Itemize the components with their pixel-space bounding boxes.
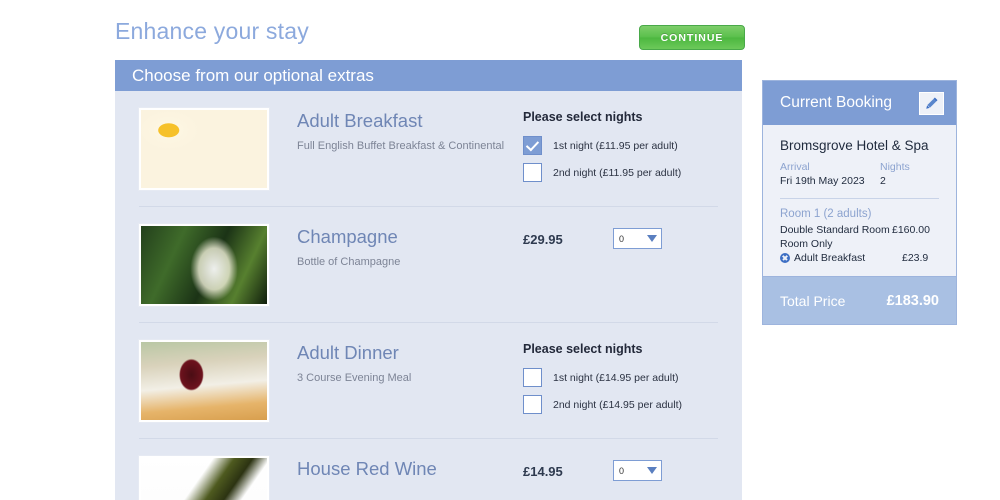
chevron-down-icon [647,235,657,242]
champagne-photo [138,223,270,307]
panel-heading: Choose from our optional extras [115,60,742,91]
booking-extra-label: Adult Breakfast [794,252,866,264]
checkbox-2nd-night[interactable] [523,395,542,414]
breakfast-photo [138,107,270,191]
room-title: Room 1 (2 adults) [780,208,872,220]
dinner-photo [138,339,270,423]
nights-value: 2 [880,175,886,187]
nights-selector: Please select nights 1st night (£11.95 p… [523,108,718,190]
arrival-label: Arrival [780,161,810,173]
night-option-label: 1st night (£11.95 per adult) [553,139,678,152]
extra-description: 3 Course Evening Meal [297,372,412,385]
total-price-bar: Total Price £183.90 [763,276,956,324]
extra-name: Champagne [297,226,398,247]
nights-prompt: Please select nights [523,110,643,124]
arrival-value: Fri 19th May 2023 [780,175,865,187]
extra-item-champagne: Champagne Bottle of Champagne £29.95 0 [138,207,718,323]
quantity-value: 0 [619,233,625,244]
checkbox-1st-night[interactable] [523,368,542,387]
enhance-stay-page: Enhance your stay CONTINUE Choose from o… [0,0,1000,500]
remove-circle-icon[interactable] [780,253,790,263]
booking-title: Current Booking [780,94,893,111]
red-wine-photo [138,455,270,500]
extra-info: Adult Dinner 3 Course Evening Meal [297,340,523,384]
room-type-row: Double Standard Room £160.00 [780,224,939,236]
extra-name: House Red Wine [297,458,437,479]
booking-meta-values: Fri 19th May 2023 2 [780,175,939,187]
room-type-label: Double Standard Room [780,224,890,236]
edit-booking-button[interactable] [919,91,944,115]
night-option-label: 2nd night (£14.95 per adult) [553,398,683,411]
quantity-wrap: 0 [613,456,718,481]
divider [780,198,939,199]
extra-description: Full English Buffet Breakfast & Continen… [297,140,505,153]
booking-meta-labels: Arrival Nights [780,161,939,173]
checkbox-1st-night[interactable] [523,136,542,155]
extra-price: £29.95 [523,232,563,247]
extra-item-house-red-wine: House Red Wine £14.95 0 [138,439,718,500]
booking-extra-row: Adult Breakfast £23.9 [780,252,939,264]
night-option-1[interactable]: 1st night (£14.95 per adult) [523,368,718,387]
optional-extras-panel: Choose from our optional extras Adult Br… [115,60,742,500]
extra-item-adult-dinner: Adult Dinner 3 Course Evening Meal Pleas… [138,323,718,439]
extras-list: Adult Breakfast Full English Buffet Brea… [115,91,742,500]
quantity-select[interactable]: 0 [613,228,662,249]
continue-button[interactable]: CONTINUE [639,25,745,50]
night-option-label: 2nd night (£11.95 per adult) [553,166,682,179]
pencil-icon [926,97,938,109]
extra-info: Adult Breakfast Full English Buffet Brea… [297,108,523,152]
booking-extra-price: £23.9 [902,252,929,264]
nights-selector: Please select nights 1st night (£14.95 p… [523,340,718,422]
night-option-2[interactable]: 2nd night (£11.95 per adult) [523,163,718,182]
extra-description: Bottle of Champagne [297,256,401,269]
page-title: Enhance your stay [115,18,309,44]
room-price: £160.00 [892,224,930,236]
checkbox-2nd-night[interactable] [523,163,542,182]
board-row: Room Only [780,238,939,250]
night-option-2[interactable]: 2nd night (£14.95 per adult) [523,395,718,414]
extra-info: Champagne Bottle of Champagne [297,224,523,268]
quantity-select[interactable]: 0 [613,460,662,481]
booking-details: Bromsgrove Hotel & Spa Arrival Nights Fr… [763,125,956,276]
total-price-label: Total Price [780,292,846,309]
extra-name: Adult Dinner [297,342,399,363]
extra-price: £14.95 [523,464,563,479]
hotel-name: Bromsgrove Hotel & Spa [780,138,929,153]
current-booking-panel: Current Booking Bromsgrove Hotel & Spa A… [762,80,957,325]
nights-prompt: Please select nights [523,342,643,356]
quantity-wrap: 0 [613,224,718,249]
night-option-label: 1st night (£14.95 per adult) [553,371,679,384]
total-price-value: £183.90 [886,292,939,309]
quantity-value: 0 [619,465,625,476]
extra-name: Adult Breakfast [297,110,423,131]
extra-item-adult-breakfast: Adult Breakfast Full English Buffet Brea… [138,91,718,207]
nights-label: Nights [880,161,910,173]
booking-header: Current Booking [763,81,956,125]
chevron-down-icon [647,467,657,474]
night-option-1[interactable]: 1st night (£11.95 per adult) [523,136,718,155]
extra-info: House Red Wine [297,456,523,488]
board-label: Room Only [780,238,833,250]
